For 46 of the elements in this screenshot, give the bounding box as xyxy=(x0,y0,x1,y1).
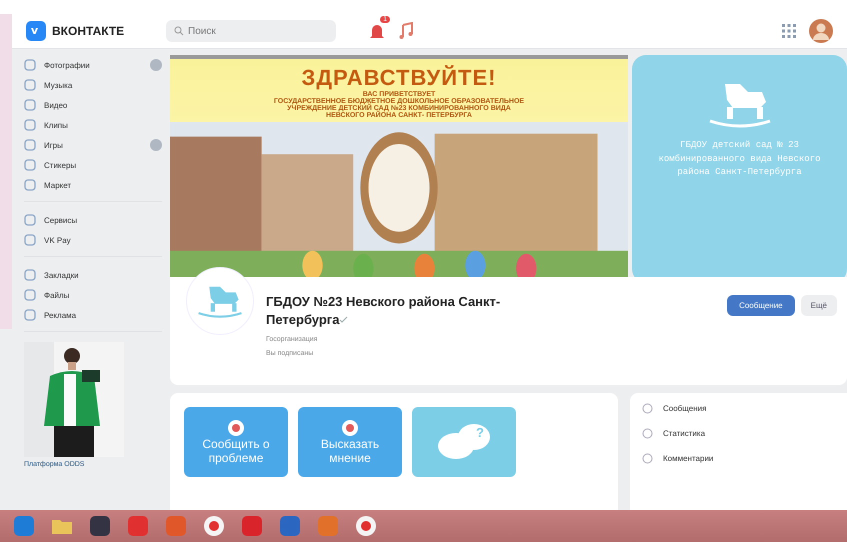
more-button[interactable]: Ещё xyxy=(800,295,837,316)
apps-grid-icon[interactable] xyxy=(781,23,797,39)
admin-menu-item[interactable]: Сообщения xyxy=(642,403,835,414)
search-icon xyxy=(174,26,184,36)
sidebar-item[interactable]: Фотографии xyxy=(24,55,162,75)
menu-item-icon xyxy=(24,214,36,226)
cover-title: ЗДРАВСТВУЙТЕ! xyxy=(302,65,496,91)
menu-item-icon xyxy=(24,159,36,171)
community-name: ГБДОУ №23 Невского района Санкт-Петербурга xyxy=(266,294,500,328)
sidebar-item[interactable]: Клипы xyxy=(24,115,162,135)
sidebar-item[interactable]: Игры xyxy=(24,135,162,155)
browser-icon[interactable] xyxy=(202,514,226,538)
app-icon[interactable] xyxy=(88,514,112,538)
menu-item-icon xyxy=(24,179,36,191)
menu-item-icon xyxy=(642,428,653,439)
menu-item-icon xyxy=(24,59,36,71)
avatar-icon[interactable] xyxy=(809,19,833,43)
community-description: ГБДОУ детский сад № 23 комбинированного вида Невского района Санкт-Петербурга xyxy=(657,139,822,179)
menu-item-icon xyxy=(24,139,36,151)
menu-item-icon xyxy=(642,453,653,464)
vk-logo-icon[interactable] xyxy=(26,21,46,41)
sidebar-item[interactable]: Файлы xyxy=(24,285,162,305)
browser-icon[interactable] xyxy=(354,514,378,538)
menu-item-icon xyxy=(24,99,36,111)
search-field[interactable]: Поиск xyxy=(166,20,336,42)
admin-menu-item[interactable]: Статистика xyxy=(642,428,835,439)
logo-text[interactable]: ВКОНТАКТЕ xyxy=(52,24,124,38)
sidebar-item[interactable]: Реклама xyxy=(24,305,162,325)
menu-item-icon xyxy=(24,119,36,131)
sidebar-item[interactable]: Стикеры xyxy=(24,155,162,175)
sidebar-item[interactable]: Видео xyxy=(24,95,162,115)
menu-item-icon xyxy=(24,309,36,321)
sidebar-item[interactable]: Музыка xyxy=(24,75,162,95)
admin-menu-item[interactable]: Комментарии xyxy=(642,453,835,464)
music-note-icon[interactable] xyxy=(398,22,414,40)
sidebar-item[interactable]: Закладки xyxy=(24,265,162,285)
menu-item-icon xyxy=(642,403,653,414)
sidebar-item[interactable]: VK Pay xyxy=(24,230,162,250)
menu-item-icon xyxy=(24,79,36,91)
sidebar-item[interactable]: Сервисы xyxy=(24,210,162,230)
sidebar-item[interactable]: Маркет xyxy=(24,175,162,195)
menu-item-icon xyxy=(24,269,36,281)
menu-item-icon xyxy=(24,234,36,246)
app-icon[interactable] xyxy=(278,514,302,538)
menu-item-icon xyxy=(24,289,36,301)
message-button[interactable]: Сообщение xyxy=(727,295,795,316)
